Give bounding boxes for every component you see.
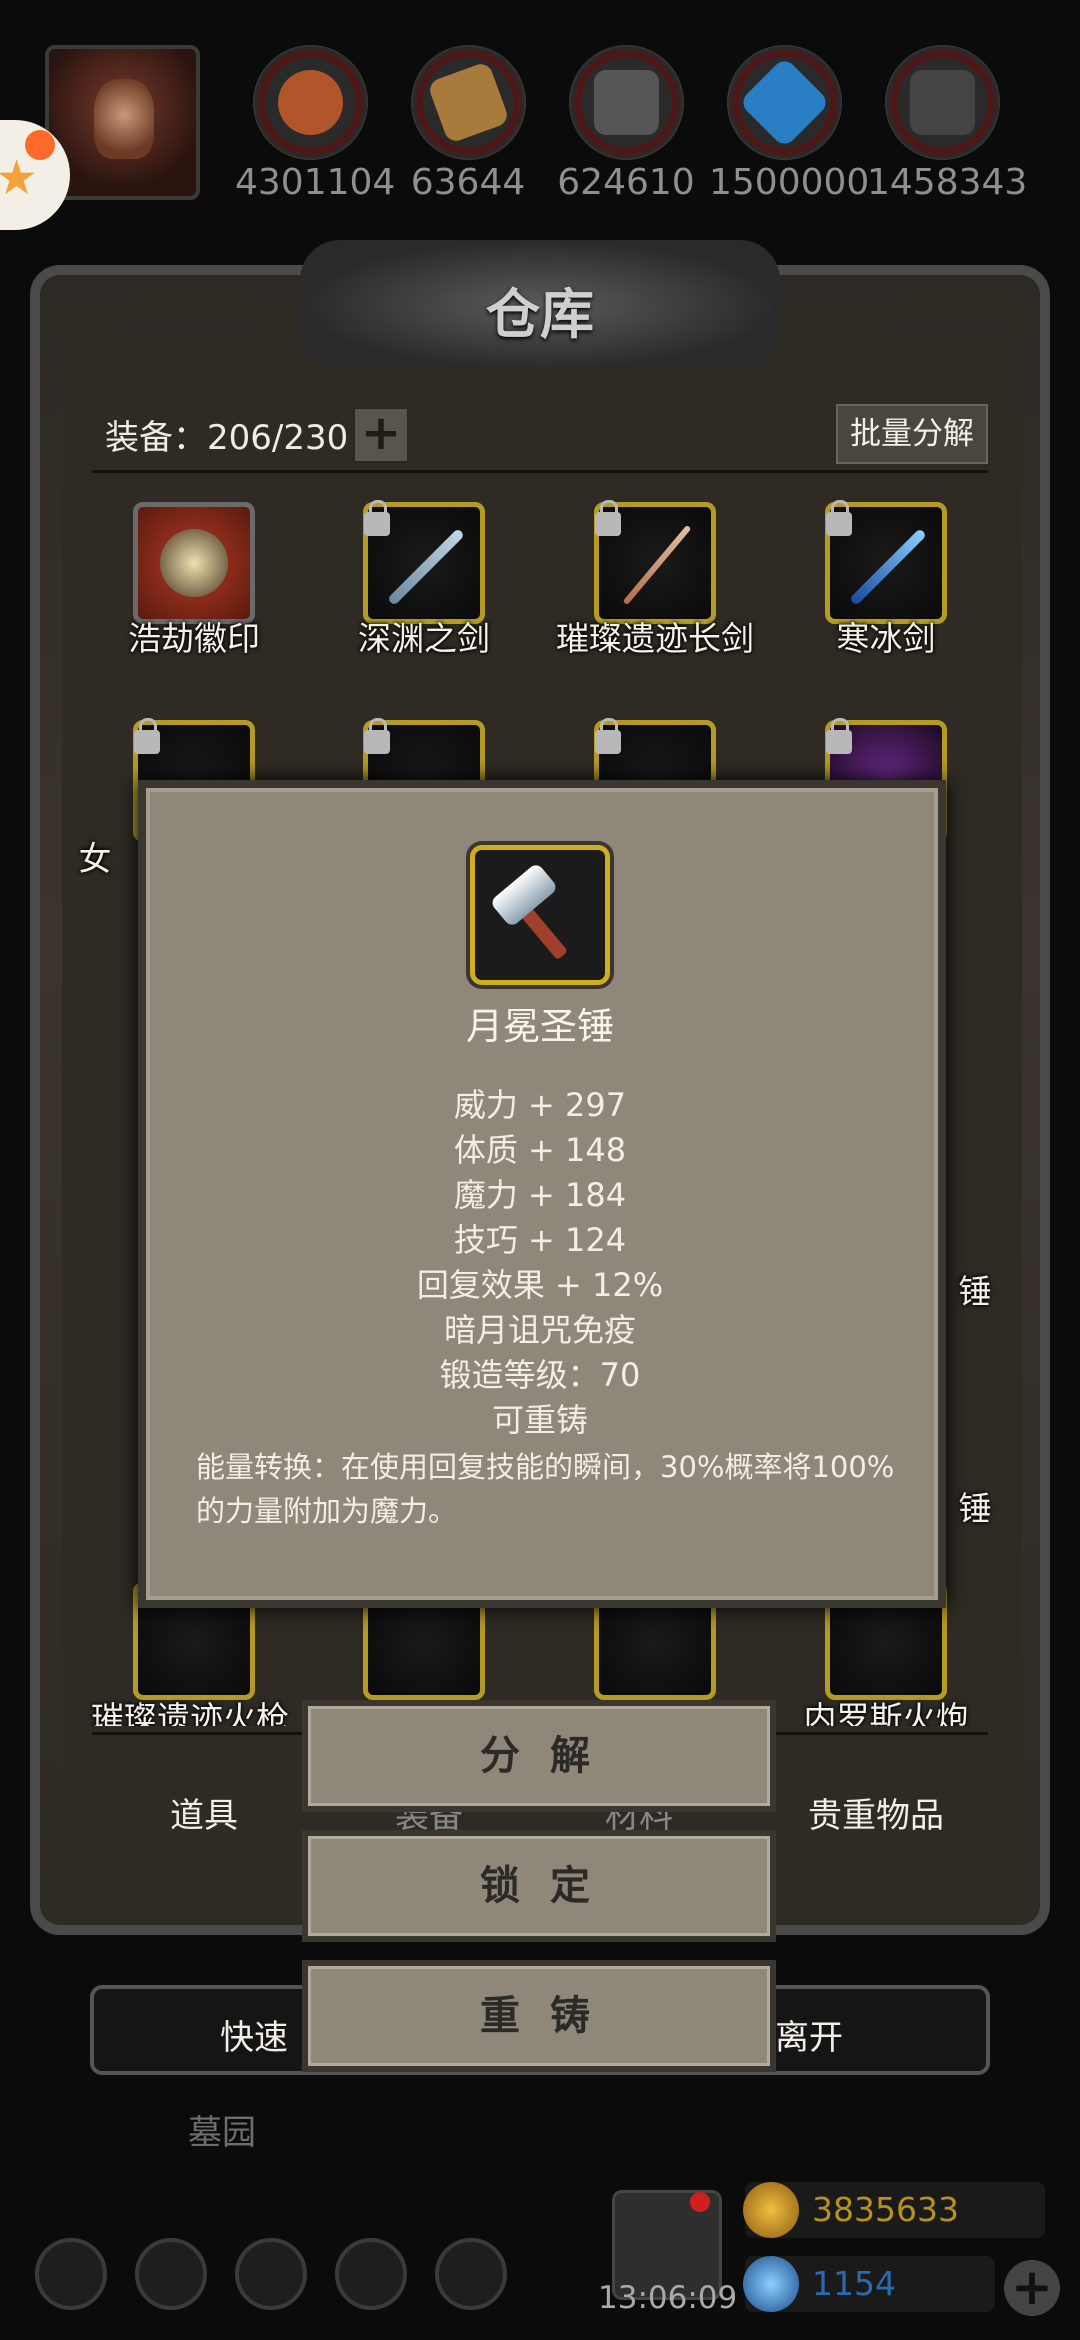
gold-coin-icon <box>743 2182 799 2238</box>
lock-icon <box>134 718 160 754</box>
clock: 13:06:09 <box>598 2280 738 2316</box>
lock-icon <box>826 718 852 754</box>
item-name: 深渊之剑 <box>358 619 490 658</box>
nav-skills-button[interactable] <box>135 2238 207 2310</box>
resource-wood-value: 63644 <box>410 162 526 203</box>
stat-forge-level: 锻造等级：70 <box>439 1356 641 1394</box>
item-name-partial: 锤 <box>958 1272 992 1311</box>
page-title: 仓库 <box>486 282 594 346</box>
lock-icon <box>595 500 621 536</box>
resource-iron-value: 624610 <box>557 162 695 203</box>
tab-valuables[interactable]: 贵重物品 <box>808 1788 944 1837</box>
item-name-partial: 女 <box>78 839 112 878</box>
stat-skill: 技巧 + 124 <box>453 1221 627 1259</box>
notification-badge <box>690 2192 710 2212</box>
crystal-icon[interactable] <box>727 45 842 160</box>
leave-button[interactable]: 离开 <box>775 2010 843 2059</box>
stat-recovery: 回复效果 + 12% <box>416 1266 664 1304</box>
gem-amount: 1154 <box>812 2264 896 2303</box>
disassemble-button[interactable]: 分 解 <box>302 1700 776 1812</box>
resource-meat-value: 4301104 <box>235 162 396 203</box>
batch-disassemble-button[interactable]: 批量分解 <box>836 404 988 464</box>
stat-constitution: 体质 + 148 <box>453 1131 627 1169</box>
lock-icon <box>364 500 390 536</box>
meat-icon[interactable] <box>253 45 368 160</box>
item-name: 内罗斯火炮 <box>803 1699 969 1726</box>
lock-icon <box>595 718 621 754</box>
item-name: 月冕圣锤 <box>466 1005 614 1048</box>
star-icon: ★ <box>0 150 39 206</box>
sword-icon <box>622 524 692 606</box>
item-name: 璀璨遗迹长剑 <box>556 619 754 658</box>
item-name: 浩劫徽印 <box>128 619 260 658</box>
item-description: 能量转换：在使用回复技能的瞬间，30%概率将100%的力量附加为魔力。 <box>196 1450 895 1528</box>
nav-castle-button[interactable] <box>235 2238 307 2310</box>
item-name: 寒冰剑 <box>836 619 936 658</box>
resource-ore-value: 1458343 <box>867 162 1028 203</box>
lock-button[interactable]: 锁 定 <box>302 1830 776 1942</box>
item-name: 璀璨遗迹火枪 <box>91 1699 289 1726</box>
sword-icon <box>849 528 927 606</box>
lock-icon <box>826 500 852 536</box>
stat-reforgeable: 可重铸 <box>491 1401 588 1439</box>
tab-items[interactable]: 道具 <box>170 1788 238 1837</box>
gem-icon <box>743 2256 799 2312</box>
item-name-partial: 锤 <box>958 1489 992 1528</box>
resource-crystal-value: 1500000 <box>709 162 870 203</box>
stat-magic: 魔力 + 184 <box>453 1176 627 1214</box>
nav-settings-button[interactable] <box>35 2238 107 2310</box>
nav-mail-button[interactable] <box>335 2238 407 2310</box>
equipment-capacity: 装备：206/230 <box>105 418 349 458</box>
add-currency-button[interactable]: + <box>1004 2260 1060 2316</box>
expand-capacity-button[interactable]: + <box>353 407 409 463</box>
divider <box>92 470 988 473</box>
iron-icon[interactable] <box>569 45 684 160</box>
reforge-button[interactable]: 重 铸 <box>302 1960 776 2072</box>
wood-icon[interactable] <box>411 45 526 160</box>
seal-icon <box>160 529 228 597</box>
item-slot-haojie-seal[interactable] <box>133 502 255 624</box>
nav-map-button[interactable] <box>435 2238 507 2310</box>
stat-curse-immunity: 暗月诅咒免疫 <box>443 1311 636 1349</box>
gold-amount: 3835633 <box>812 2190 959 2229</box>
item-icon-frame <box>470 845 610 985</box>
location-label: 墓园 <box>188 2113 256 2153</box>
lock-icon <box>364 718 390 754</box>
sword-icon <box>387 528 465 606</box>
quick-button[interactable]: 快速 <box>220 2010 288 2059</box>
ore-icon[interactable] <box>885 45 1000 160</box>
stat-power: 威力 + 297 <box>453 1086 627 1124</box>
